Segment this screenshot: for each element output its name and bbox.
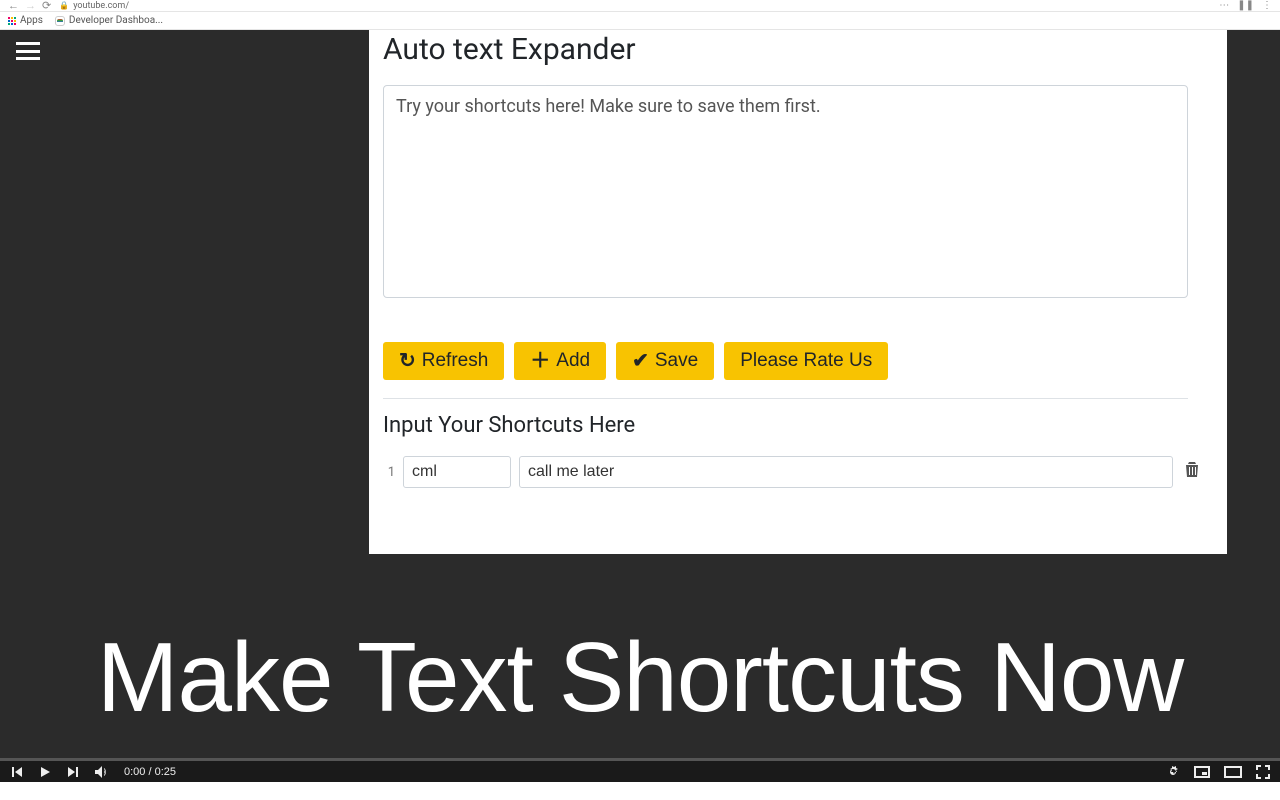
progress-bar[interactable] <box>0 758 1280 761</box>
miniplayer-icon[interactable] <box>1194 766 1210 778</box>
refresh-button[interactable]: ↻ Refresh <box>383 342 504 380</box>
settings-icon[interactable] <box>1166 765 1180 779</box>
plus-icon: ＋ <box>530 351 550 371</box>
volume-button[interactable] <box>94 765 110 779</box>
shortcut-value-input[interactable] <box>519 456 1173 488</box>
fullscreen-icon[interactable] <box>1256 765 1270 779</box>
next-button[interactable] <box>66 765 80 779</box>
refresh-label: Refresh <box>422 350 489 372</box>
bookmarks-bar: Apps Developer Dashboa... <box>0 12 1280 30</box>
browser-toolbar: ← → ⟳ 🔒 youtube.com/ ⋯ ❚❚ ⋮ <box>0 0 1280 12</box>
reload-icon[interactable]: ⟳ <box>42 0 51 12</box>
rate-us-button[interactable]: Please Rate Us <box>724 342 888 380</box>
shortcuts-section-title: Input Your Shortcuts Here <box>383 413 1213 438</box>
bookmark-apps[interactable]: Apps <box>8 15 43 26</box>
button-row: ↻ Refresh ＋ Add ✔ Save Please Rate Us <box>383 342 1213 380</box>
forward-icon[interactable]: → <box>25 0 36 12</box>
webstore-icon <box>55 16 65 26</box>
bookmark-apps-label: Apps <box>20 15 43 26</box>
shortcut-key-input[interactable] <box>403 456 511 488</box>
back-icon[interactable]: ← <box>8 0 19 12</box>
bookmark-dev-label: Developer Dashboa... <box>69 15 163 26</box>
save-label: Save <box>655 350 698 372</box>
extension-icon[interactable]: ⋯ <box>1219 0 1229 11</box>
bookmark-dev-dashboard[interactable]: Developer Dashboa... <box>55 15 163 26</box>
check-icon: ✔ <box>632 351 649 371</box>
hamburger-menu-icon[interactable] <box>16 42 40 60</box>
address-bar[interactable]: 🔒 youtube.com/ <box>59 1 129 11</box>
add-button[interactable]: ＋ Add <box>514 342 606 380</box>
trash-icon[interactable] <box>1181 462 1203 482</box>
trash-svg <box>1185 462 1199 478</box>
apps-grid-icon <box>8 17 16 25</box>
url-text: youtube.com/ <box>73 1 129 11</box>
previous-button[interactable] <box>10 765 24 779</box>
video-player-controls: 0:00 / 0:25 <box>0 760 1280 782</box>
menu-icon[interactable]: ⋮ <box>1262 0 1272 11</box>
video-overlay-text: Make Text Shortcuts Now <box>0 628 1280 726</box>
row-number: 1 <box>383 465 395 480</box>
add-label: Add <box>556 350 590 372</box>
playback-time: 0:00 / 0:25 <box>124 766 176 778</box>
video-viewport: Auto text Expander ↻ Refresh ＋ Add ✔ Sav… <box>0 30 1280 782</box>
save-button[interactable]: ✔ Save <box>616 342 714 380</box>
divider <box>383 398 1188 399</box>
try-shortcuts-textarea[interactable] <box>383 85 1188 298</box>
lock-icon: 🔒 <box>59 1 69 10</box>
popup-title: Auto text Expander <box>383 32 1213 67</box>
refresh-icon: ↻ <box>399 351 416 371</box>
player-right-controls <box>1166 765 1270 779</box>
nav-icons: ← → ⟳ <box>8 0 51 12</box>
theater-icon[interactable] <box>1224 766 1242 778</box>
play-button[interactable] <box>38 765 52 779</box>
shortcut-row: 1 <box>383 456 1203 488</box>
rate-label: Please Rate Us <box>740 350 872 372</box>
pause-icon[interactable]: ❚❚ <box>1237 0 1254 11</box>
extension-popup: Auto text Expander ↻ Refresh ＋ Add ✔ Sav… <box>369 30 1227 554</box>
